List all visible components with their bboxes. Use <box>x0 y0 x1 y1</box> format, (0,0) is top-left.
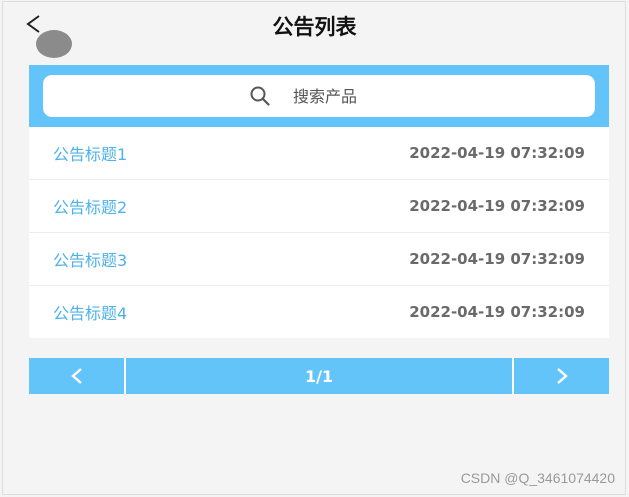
next-page-button[interactable] <box>514 358 609 394</box>
announcement-date: 2022-04-19 07:32:09 <box>409 303 585 321</box>
list-item[interactable]: 公告标题4 2022-04-19 07:32:09 <box>29 286 609 338</box>
announcement-date: 2022-04-19 07:32:09 <box>409 197 585 215</box>
page-indicator: 1/1 <box>126 358 512 394</box>
announcement-title[interactable]: 公告标题4 <box>53 300 127 324</box>
search-bar <box>29 65 609 127</box>
announcement-date: 2022-04-19 07:32:09 <box>409 250 585 268</box>
chevron-right-icon <box>556 368 568 384</box>
announcement-title[interactable]: 公告标题3 <box>53 247 127 271</box>
announcement-title[interactable]: 公告标题2 <box>53 194 127 218</box>
search-input[interactable] <box>293 86 389 106</box>
list-item[interactable]: 公告标题2 2022-04-19 07:32:09 <box>29 180 609 233</box>
pagination: 1/1 <box>29 358 609 394</box>
watermark: CSDN @Q_3461074420 <box>460 470 615 486</box>
announcement-list: 公告标题1 2022-04-19 07:32:09 公告标题2 2022-04-… <box>29 127 609 338</box>
announcement-title[interactable]: 公告标题1 <box>53 141 127 165</box>
chevron-left-icon <box>70 368 82 384</box>
search-icon <box>249 85 271 107</box>
announcement-date: 2022-04-19 07:32:09 <box>409 144 585 162</box>
list-item[interactable]: 公告标题1 2022-04-19 07:32:09 <box>29 127 609 180</box>
list-item[interactable]: 公告标题3 2022-04-19 07:32:09 <box>29 233 609 286</box>
prev-page-button[interactable] <box>29 358 124 394</box>
search-box[interactable] <box>43 75 595 117</box>
page-title: 公告列表 <box>272 15 357 39</box>
